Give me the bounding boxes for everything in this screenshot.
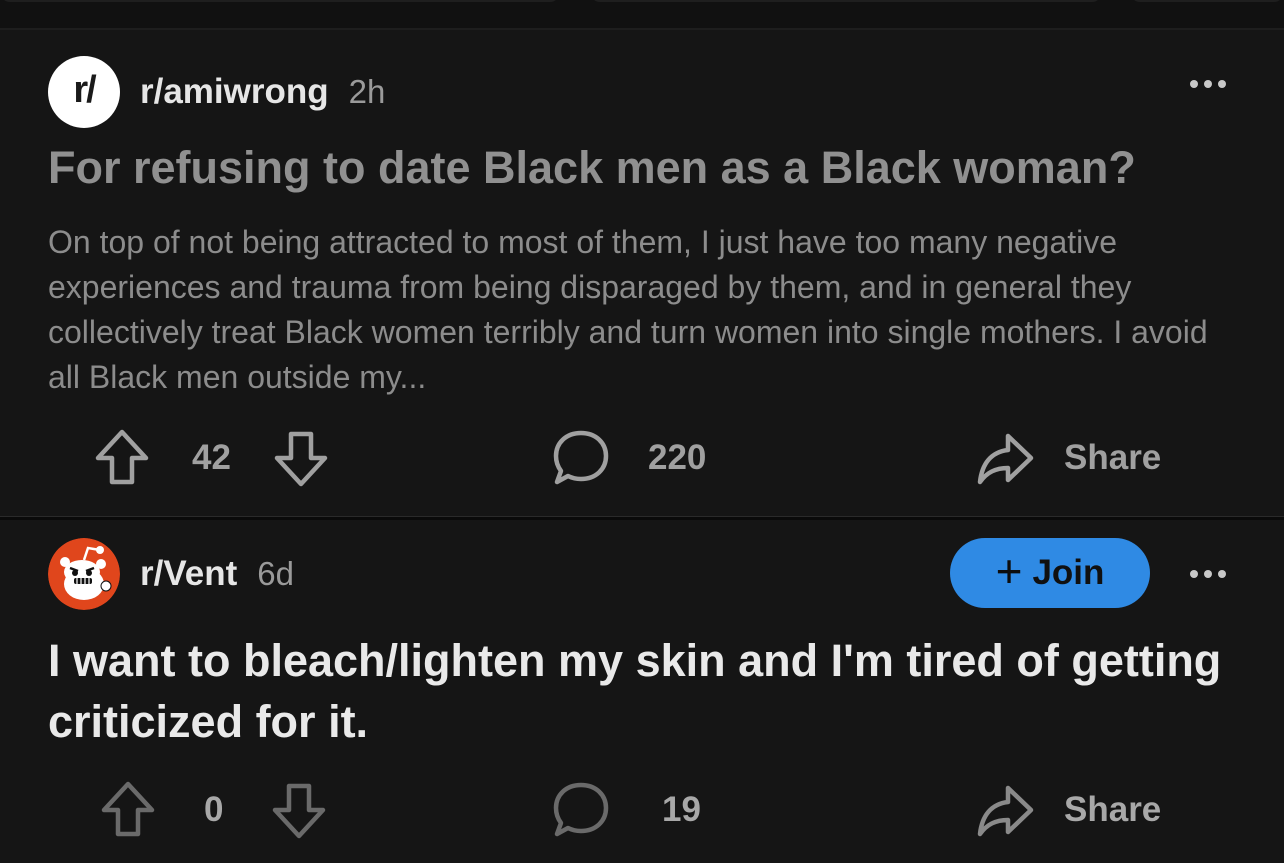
comments-button[interactable]: 19: [552, 780, 701, 840]
angry-snoo-icon: [48, 538, 120, 610]
comment-icon: [552, 780, 610, 840]
upvote-icon[interactable]: [94, 428, 150, 488]
post-card[interactable]: r/Vent 6d + Join I want to bleach/lighte…: [0, 520, 1284, 863]
vote-bar: 42: [94, 428, 329, 488]
post-actions: 42 220 Share: [0, 428, 1284, 488]
comment-count: 19: [662, 790, 701, 829]
post-header: r/Vent 6d: [48, 538, 294, 610]
subreddit-name[interactable]: r/Vent: [140, 554, 237, 594]
more-options-icon[interactable]: [1190, 570, 1226, 578]
comments-button[interactable]: 220: [552, 428, 706, 488]
post-body[interactable]: On top of not being attracted to most of…: [48, 220, 1248, 400]
avatar-text: r/: [73, 68, 96, 111]
feed-top-edge: [0, 0, 1284, 30]
subreddit-avatar[interactable]: r/: [48, 56, 120, 128]
share-button[interactable]: Share: [976, 428, 1161, 488]
plus-icon: +: [995, 545, 1023, 597]
downvote-icon[interactable]: [271, 780, 327, 840]
post-card[interactable]: r/ r/amiwrong 2h For refusing to date Bl…: [0, 30, 1284, 516]
feed: r/ r/amiwrong 2h For refusing to date Bl…: [0, 0, 1284, 863]
vote-count: 42: [192, 438, 231, 477]
vote-count: 0: [204, 790, 224, 829]
join-button[interactable]: + Join: [950, 538, 1150, 608]
vote-bar: 0: [100, 780, 327, 840]
post-title[interactable]: I want to bleach/lighten my skin and I'm…: [48, 630, 1228, 752]
upvote-icon[interactable]: [100, 780, 156, 840]
previous-post-button[interactable]: [590, 0, 1102, 2]
share-icon: [976, 428, 1034, 488]
post-age: 2h: [348, 73, 386, 110]
subreddit-avatar[interactable]: [48, 538, 120, 610]
downvote-icon[interactable]: [273, 428, 329, 488]
share-label: Share: [1064, 790, 1162, 829]
post-age: 6d: [257, 555, 294, 592]
post-actions: 0 19 Share: [0, 780, 1284, 840]
comment-count: 220: [648, 438, 707, 477]
post-header: r/ r/amiwrong 2h: [48, 56, 385, 128]
join-label: Join: [1032, 553, 1105, 592]
post-title[interactable]: For refusing to date Black men as a Blac…: [48, 142, 1136, 194]
more-options-icon[interactable]: [1190, 80, 1226, 88]
share-icon: [976, 780, 1034, 840]
share-label: Share: [1064, 438, 1162, 477]
share-button[interactable]: Share: [976, 780, 1161, 840]
comment-icon: [552, 428, 610, 488]
subreddit-name[interactable]: r/amiwrong: [140, 72, 329, 112]
previous-post-button[interactable]: [1130, 0, 1284, 2]
previous-post-button[interactable]: [0, 0, 560, 2]
